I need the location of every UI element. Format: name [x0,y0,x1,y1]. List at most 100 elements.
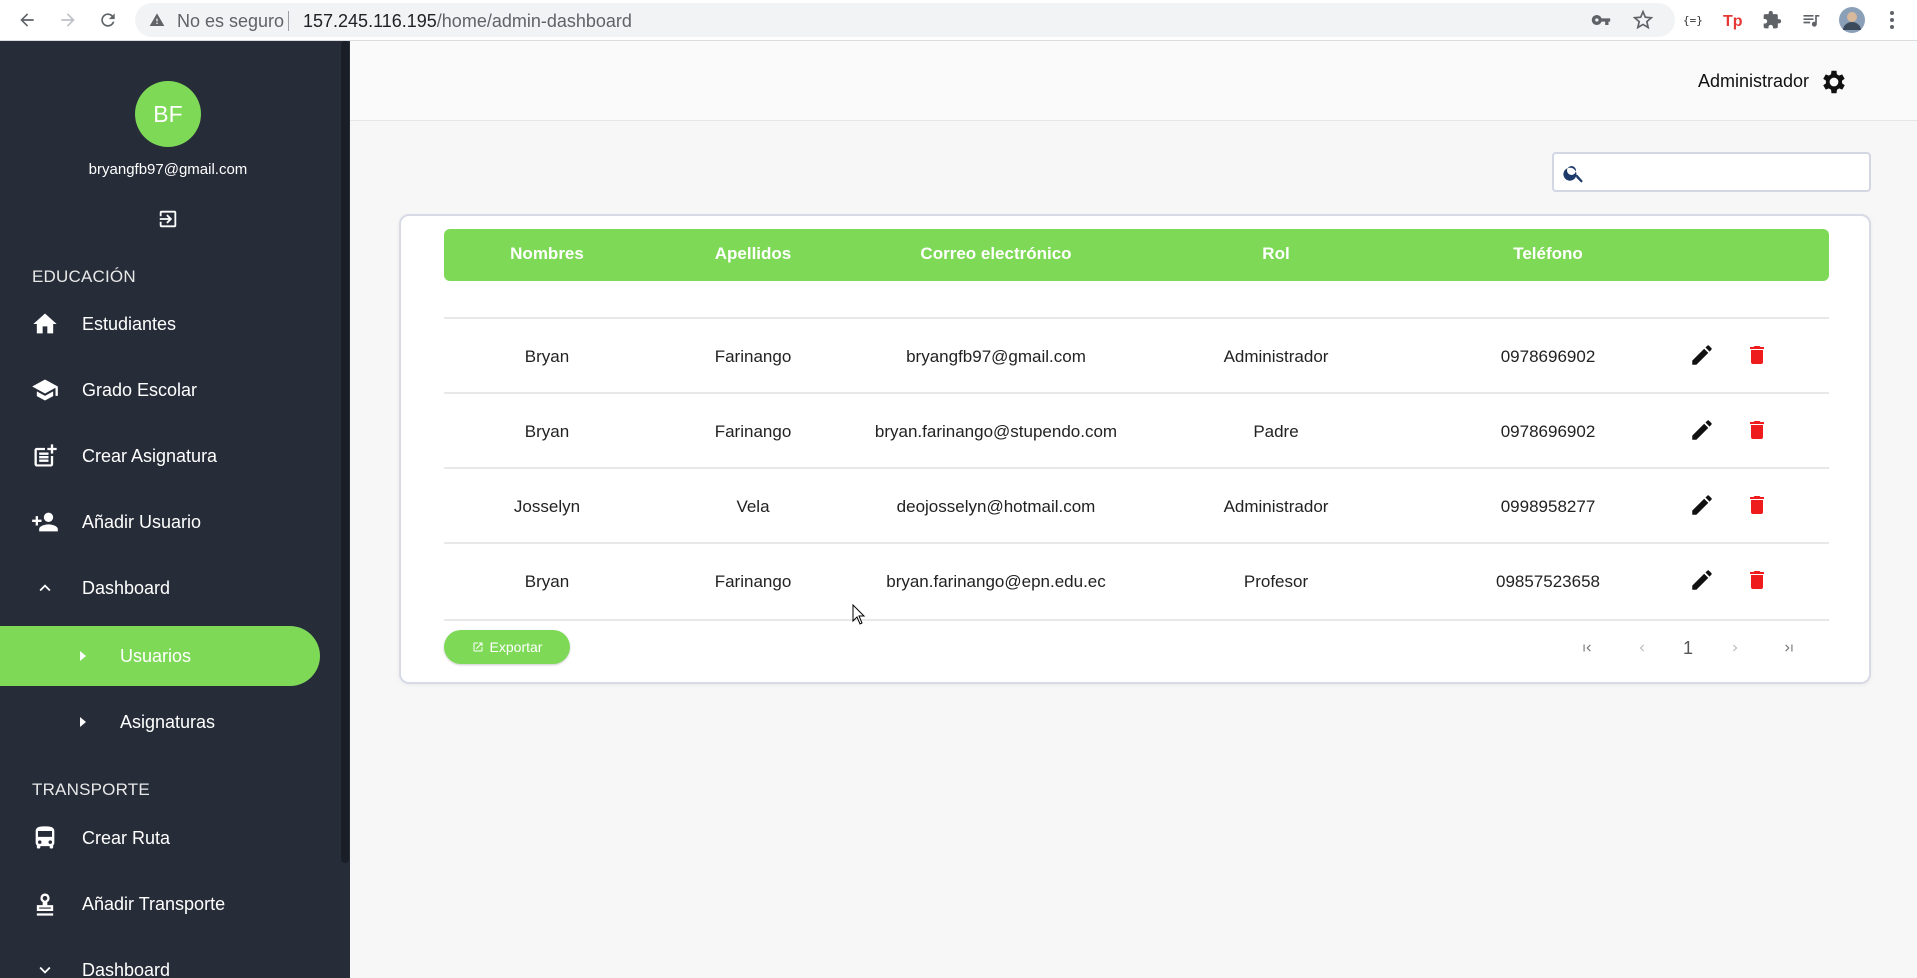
home-icon [29,308,61,340]
delete-icon[interactable] [1742,565,1772,595]
tp-extension-icon[interactable]: Tp [1719,6,1747,34]
delete-icon[interactable] [1742,415,1772,445]
column-header-nombres[interactable]: Nombres [510,244,584,264]
sidebar-item-anadir-usuario[interactable]: Añadir Usuario [0,493,320,551]
url-host: 157.245.116.195 [303,11,437,31]
warning-icon [149,12,165,33]
media-queue-icon[interactable] [1797,6,1825,34]
cell-rol: Padre [1253,422,1299,441]
edit-icon[interactable] [1687,415,1717,445]
sidebar-item-label: Crear Asignatura [82,445,218,466]
bus-icon [29,822,61,854]
table-bottom-divider [444,619,1829,621]
sidebar-item-estudiantes[interactable]: Estudiantes [0,295,320,353]
export-button[interactable]: Exportar [444,630,570,664]
edit-icon[interactable] [1687,490,1717,520]
column-header-rol[interactable]: Rol [1262,244,1289,264]
delete-icon[interactable] [1742,490,1772,520]
section-title-transporte: TRANSPORTE [32,780,150,799]
security-status[interactable]: No es seguro [177,11,284,32]
column-header-correo[interactable]: Correo electrónico [920,244,1071,264]
column-header-telefono[interactable]: Teléfono [1513,244,1583,264]
key-icon[interactable] [1590,9,1612,31]
sidebar-subitem-asignaturas[interactable]: Asignaturas [0,692,320,752]
search-box[interactable] [1552,152,1871,192]
sidebar-item-crear-ruta[interactable]: Crear Ruta [0,809,320,867]
sidebar-item-crear-asignatura[interactable]: Crear Asignatura [0,427,320,485]
gear-icon[interactable] [1819,67,1849,97]
cell-correo: bryan.farinango@epn.edu.ec [886,572,1106,591]
section-title-educacion: EDUCACIÓN [32,267,136,286]
post-add-icon [29,440,61,472]
chevron-down-icon [29,954,61,978]
cell-nombres: Josselyn [513,497,581,516]
sidebar-scrollbar[interactable] [341,41,349,863]
sidebar-item-label: Añadir Usuario [82,511,202,532]
cell-rol: Administrador [1223,347,1329,366]
cell-rol: Profesor [1243,572,1309,591]
browser-toolbar: No es seguro 157.245.116.195/home/admin-… [0,0,1917,41]
next-page-icon[interactable] [1723,636,1747,660]
address-bar[interactable]: No es seguro 157.245.116.195/home/admin-… [135,3,1675,37]
search-icon [1562,161,1586,190]
cell-telefono: 0978696902 [1500,422,1596,441]
sidebar-item-label: Dashboard [82,959,171,978]
sidebar-item-label: Estudiantes [82,313,177,334]
divider [288,11,289,31]
last-page-icon[interactable] [1777,636,1801,660]
sidebar-subitem-label: Usuarios [120,645,192,666]
sidebar-item-label: Grado Escolar [82,379,198,400]
json-extension-icon[interactable]: {=} [1679,6,1707,34]
user-role-label: Administrador [1697,71,1809,91]
cell-apellidos: Vela [736,497,770,516]
edit-icon[interactable] [1687,340,1717,370]
first-page-icon[interactable] [1575,636,1599,660]
export-label: Exportar [489,639,543,655]
cell-nombres: Bryan [524,347,570,366]
table-row: Josselyn Vela deojosselyn@hotmail.com Ad… [444,467,1829,542]
search-input[interactable] [1594,158,1862,186]
cell-rol: Administrador [1223,497,1329,516]
sidebar-subitem-label: Asignaturas [120,711,216,732]
caret-right-icon [80,717,86,727]
column-header-apellidos[interactable]: Apellidos [715,244,792,264]
cell-correo: bryangfb97@gmail.com [906,347,1086,366]
cell-correo: deojosselyn@hotmail.com [896,497,1096,516]
browser-menu-icon[interactable] [1878,6,1906,34]
cell-telefono: 0998958277 [1500,497,1596,516]
user-email: bryangfb97@gmail.com [88,161,248,178]
arrow-right-icon [61,13,75,27]
sidebar-item-dashboard-transporte[interactable]: Dashboard [0,941,320,978]
cell-correo: bryan.farinango@stupendo.com [874,422,1118,441]
url-text[interactable]: 157.245.116.195/home/admin-dashboard [303,11,632,32]
previous-page-icon[interactable] [1630,636,1654,660]
cell-nombres: Bryan [524,572,570,591]
open-in-new-icon [473,642,483,652]
back-button[interactable] [13,6,41,34]
reload-button[interactable] [94,6,122,34]
extensions-puzzle-icon[interactable] [1758,6,1786,34]
avatar[interactable]: BF [135,81,201,147]
table-row: Bryan Farinango bryan.farinango@stupendo… [444,392,1829,467]
forward-button[interactable] [54,6,82,34]
delete-icon[interactable] [1742,340,1772,370]
table-header: Nombres Apellidos Correo electrónico Rol… [444,229,1829,281]
logout-icon[interactable] [157,208,179,230]
sidebar-item-dashboard-educacion[interactable]: Dashboard [0,559,320,617]
reload-icon [101,13,115,27]
current-page-number[interactable]: 1 [1673,636,1703,660]
chevron-up-icon [29,572,61,604]
edit-icon[interactable] [1687,565,1717,595]
sidebar-item-label: Crear Ruta [82,827,171,848]
sidebar-subitem-usuarios[interactable]: Usuarios [0,626,320,686]
profile-avatar-icon[interactable] [1838,6,1866,34]
bookmark-star-icon[interactable] [1632,9,1654,31]
sidebar-item-anadir-transporte[interactable]: Añadir Transporte [0,875,320,933]
cell-apellidos: Farinango [714,422,792,441]
sidebar-item-grado-escolar[interactable]: Grado Escolar [0,361,320,419]
sidebar: BF bryangfb97@gmail.com EDUCACIÓN Estudi… [0,41,350,978]
mouse-cursor-icon [852,603,866,631]
arrow-left-icon [20,13,34,27]
stamp-icon [29,888,61,920]
users-table-card: Nombres Apellidos Correo electrónico Rol… [399,214,1871,684]
